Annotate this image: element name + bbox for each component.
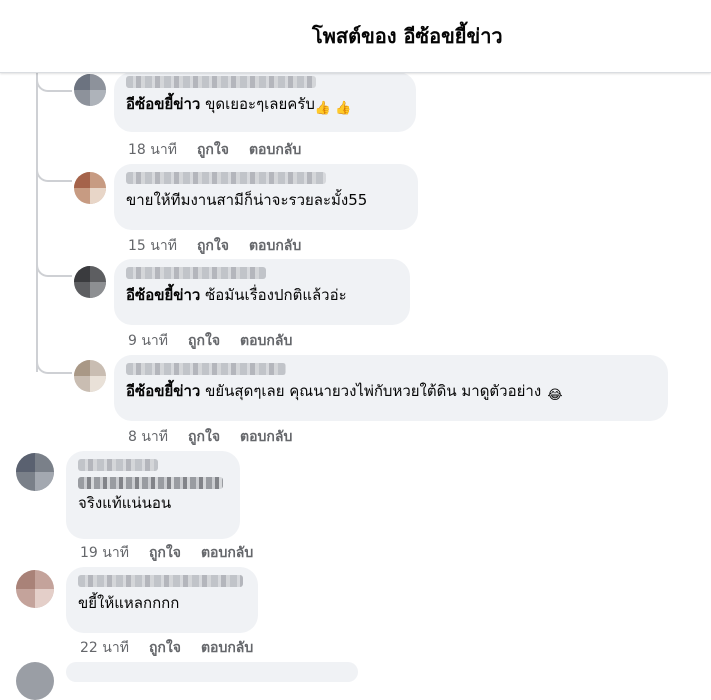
reply-button[interactable]: ตอบกลับ — [201, 640, 253, 656]
comment-bubble: อีซ้อขยี้ข่าว ขุดเยอะๆเลยครับ👍 👍 — [114, 72, 416, 132]
like-button[interactable]: ถูกใจ — [197, 238, 229, 254]
avatar[interactable] — [16, 453, 54, 491]
avatar[interactable] — [74, 74, 106, 106]
comment-author[interactable]: อีซ้อขยี้ข่าว — [126, 286, 200, 304]
like-button[interactable]: ถูกใจ — [149, 640, 181, 656]
avatar[interactable] — [74, 172, 106, 204]
avatar[interactable] — [16, 662, 54, 700]
comment-bubble: ขยี้ให้แหลกกกก — [66, 567, 258, 633]
comment-actions: 18 นาที ถูกใจ ตอบกลับ — [128, 139, 321, 161]
like-button[interactable]: ถูกใจ — [188, 333, 220, 349]
comment-actions: 15 นาที ถูกใจ ตอบกลับ — [128, 235, 321, 257]
comment-time[interactable]: 22 นาที — [80, 640, 129, 656]
avatar[interactable] — [74, 266, 106, 298]
comment-actions: 22 นาที ถูกใจ ตอบกลับ — [80, 637, 273, 659]
comment-bubble: อีซ้อขยี้ข่าว ซ้อมันเรื่องปกติแล้วอ่ะ — [114, 259, 410, 325]
blurred-name — [78, 459, 158, 471]
comment-time[interactable]: 18 นาที — [128, 142, 177, 158]
reply-button[interactable]: ตอบกลับ — [249, 238, 301, 254]
reply-button[interactable]: ตอบกลับ — [240, 429, 292, 445]
comment-actions: 8 นาที ถูกใจ ตอบกลับ — [128, 426, 312, 448]
comment-text: ขยันสุดๆเลย คุณนายวงไพ่กับหวยใต้ดิน มาดู… — [205, 382, 542, 400]
comment-time[interactable]: 19 นาที — [80, 545, 129, 561]
comment-text: ขายให้ทีมงานสามีก็น่าจะรวยละมั้ง55 — [126, 191, 368, 209]
reply-button[interactable]: ตอบกลับ — [249, 142, 301, 158]
blurred-name — [78, 575, 243, 587]
comment-text: จริงแท้แน่นอน — [78, 494, 172, 512]
thread-line — [36, 72, 38, 372]
comment-text: ซ้อมันเรื่องปกติแล้วอ่ะ — [205, 286, 347, 304]
blurred-name — [126, 76, 316, 88]
thumbs-up-icon: 👍 👍 — [314, 101, 352, 116]
blurred-name — [126, 363, 286, 375]
thread-connector — [36, 352, 72, 374]
like-button[interactable]: ถูกใจ — [197, 142, 229, 158]
comment-time[interactable]: 15 นาที — [128, 238, 177, 254]
thread-connector — [36, 72, 72, 92]
comment-actions: 9 นาที ถูกใจ ตอบกลับ — [128, 330, 312, 352]
blurred-text — [78, 477, 223, 489]
thread-connector — [36, 160, 72, 182]
comment-time[interactable]: 9 นาที — [128, 333, 168, 349]
blurred-name — [126, 172, 326, 184]
comment-author[interactable]: อีซ้อขยี้ข่าว — [126, 382, 200, 400]
reply-button[interactable]: ตอบกลับ — [240, 333, 292, 349]
comment-bubble: ขายให้ทีมงานสามีก็น่าจะรวยละมั้ง55 — [114, 164, 418, 230]
avatar[interactable] — [16, 570, 54, 608]
thread-connector — [36, 255, 72, 277]
avatar[interactable] — [74, 360, 106, 392]
like-button[interactable]: ถูกใจ — [149, 545, 181, 561]
page-title: โพสต์ของ อีซ้อขยี้ข่าว — [312, 24, 503, 48]
comment-bubble: อีซ้อขยี้ข่าว ขยันสุดๆเลย คุณนายวงไพ่กับ… — [114, 355, 668, 421]
comment-author[interactable]: อีซ้อขยี้ข่าว — [126, 95, 200, 113]
comment-text: ขุดเยอะๆเลยครับ — [205, 95, 315, 113]
like-button[interactable]: ถูกใจ — [188, 429, 220, 445]
page-header: โพสต์ของ อีซ้อขยี้ข่าว — [0, 0, 711, 73]
laughing-emoji-icon: 😂 — [547, 388, 563, 403]
blurred-name — [126, 267, 266, 279]
comment-time[interactable]: 8 นาที — [128, 429, 168, 445]
comment-bubble — [66, 662, 358, 682]
comment-actions: 19 นาที ถูกใจ ตอบกลับ — [80, 542, 273, 564]
reply-button[interactable]: ตอบกลับ — [201, 545, 253, 561]
comment-text: ขยี้ให้แหลกกกก — [78, 594, 180, 612]
comment-bubble: จริงแท้แน่นอน — [66, 451, 240, 539]
